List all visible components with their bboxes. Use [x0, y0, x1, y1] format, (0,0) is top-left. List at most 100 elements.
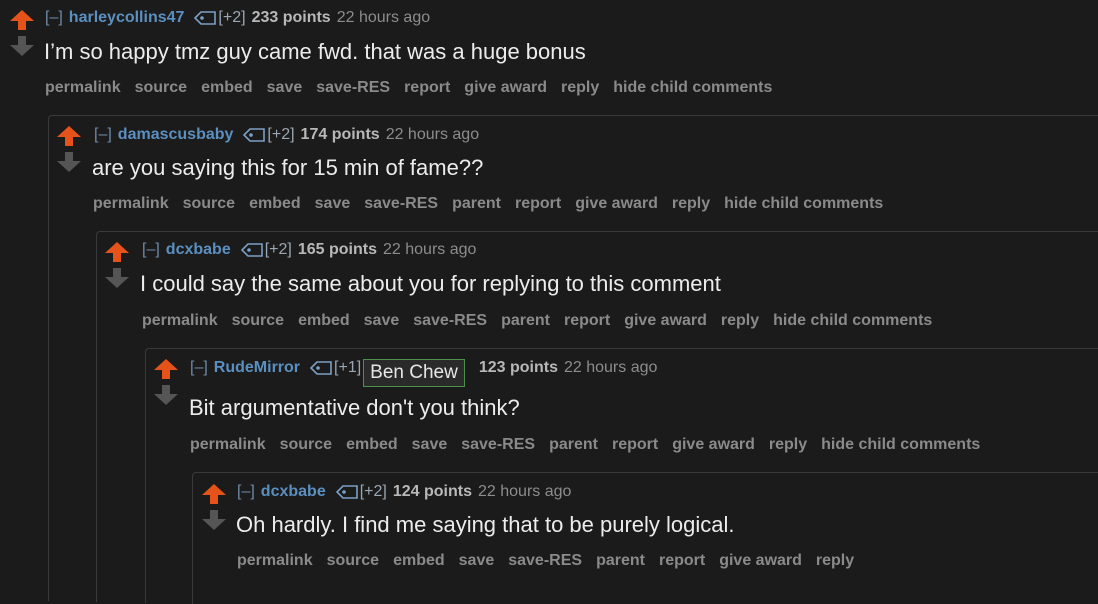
source-link[interactable]: source	[327, 552, 379, 569]
upvote-arrow-icon[interactable]	[105, 242, 129, 262]
report-link[interactable]: report	[404, 79, 450, 96]
score: 165 points	[297, 241, 377, 258]
report-link[interactable]: report	[564, 312, 610, 329]
permalink-link[interactable]: permalink	[45, 79, 121, 96]
downvote-arrow-icon[interactable]	[202, 510, 226, 530]
hide-child-comments-link[interactable]: hide child comments	[724, 195, 883, 212]
vote-weight: [+2]	[359, 483, 387, 500]
save-link[interactable]: save	[315, 195, 351, 212]
score: 123 points	[478, 359, 558, 376]
upvote-arrow-icon[interactable]	[154, 359, 178, 379]
comment: [–] harleycollins47 [+2] 233 points 22 hours…	[8, 8, 1098, 604]
parent-link[interactable]: parent	[596, 552, 645, 569]
vote-weight: [+2]	[267, 126, 295, 143]
permalink-link[interactable]: permalink	[237, 552, 313, 569]
comment-thread: [–] harleycollins47 [+2] 233 points 22 hours…	[0, 0, 1098, 604]
user-tag-icon[interactable]	[240, 243, 263, 257]
save-res-link[interactable]: save-RES	[316, 79, 390, 96]
comment-tagline: [–] dcxbabe [+2] 124 points 22 hours ago	[237, 482, 571, 502]
embed-link[interactable]: embed	[393, 552, 445, 569]
source-link[interactable]: source	[135, 79, 187, 96]
upvote-arrow-icon[interactable]	[202, 484, 226, 504]
save-res-link[interactable]: save-RES	[364, 195, 438, 212]
author-link[interactable]: dcxbabe	[261, 483, 326, 500]
vote-controls	[105, 242, 131, 288]
collapse-toggle[interactable]: [–]	[142, 241, 160, 258]
permalink-link[interactable]: permalink	[142, 312, 218, 329]
author-link[interactable]: RudeMirror	[214, 359, 300, 376]
downvote-arrow-icon[interactable]	[10, 36, 34, 56]
report-link[interactable]: report	[515, 195, 561, 212]
upvote-arrow-icon[interactable]	[57, 126, 81, 146]
hide-child-comments-link[interactable]: hide child comments	[613, 79, 772, 96]
save-res-link[interactable]: save-RES	[461, 436, 535, 453]
source-link[interactable]: source	[183, 195, 235, 212]
hide-child-comments-link[interactable]: hide child comments	[821, 436, 980, 453]
comment-actions: permalink source embed save save-RES parent re…	[190, 435, 994, 455]
user-tag-icon[interactable]	[335, 485, 358, 499]
reply-link[interactable]: reply	[816, 552, 854, 569]
reply-link[interactable]: reply	[721, 312, 759, 329]
save-link[interactable]: save	[364, 312, 400, 329]
save-res-link[interactable]: save-RES	[413, 312, 487, 329]
comment-body: are you saying this for 15 min of fame??	[92, 155, 484, 180]
parent-link[interactable]: parent	[501, 312, 550, 329]
comment-body: Oh hardly. I find me saying that to be p…	[236, 512, 735, 537]
upvote-arrow-icon[interactable]	[10, 10, 34, 30]
collapse-toggle[interactable]: [–]	[190, 359, 208, 376]
comment: [–] dcxbabe [+2] 124 points 22 hours ago Oh …	[192, 472, 1098, 604]
embed-link[interactable]: embed	[298, 312, 350, 329]
vote-controls	[154, 359, 180, 405]
give-award-link[interactable]: give award	[624, 312, 707, 329]
downvote-arrow-icon[interactable]	[154, 385, 178, 405]
give-award-link[interactable]: give award	[575, 195, 658, 212]
report-link[interactable]: report	[659, 552, 705, 569]
save-link[interactable]: save	[267, 79, 303, 96]
collapse-toggle[interactable]: [–]	[237, 483, 255, 500]
author-link[interactable]: damascusbaby	[118, 126, 234, 143]
author-link[interactable]: dcxbabe	[166, 241, 231, 258]
timestamp: 22 hours ago	[385, 126, 480, 143]
embed-link[interactable]: embed	[346, 436, 398, 453]
timestamp: 22 hours ago	[478, 483, 572, 500]
reply-link[interactable]: reply	[672, 195, 710, 212]
user-tag-icon[interactable]	[243, 128, 266, 142]
hide-child-comments-link[interactable]: hide child comments	[773, 312, 932, 329]
reply-link[interactable]: reply	[769, 436, 807, 453]
give-award-link[interactable]: give award	[672, 436, 755, 453]
embed-link[interactable]: embed	[201, 79, 253, 96]
collapse-toggle[interactable]: [–]	[94, 126, 112, 143]
permalink-link[interactable]: permalink	[190, 436, 266, 453]
comment-tagline: [–] dcxbabe [+2] 165 points 22 hours ago	[142, 240, 476, 260]
downvote-arrow-icon[interactable]	[57, 152, 81, 172]
downvote-arrow-icon[interactable]	[105, 268, 129, 288]
comment-body: Bit argumentative don't you think?	[189, 395, 520, 420]
collapse-toggle[interactable]: [–]	[45, 9, 63, 26]
parent-link[interactable]: parent	[549, 436, 598, 453]
comment: [–] dcxbabe [+2] 165 points 22 hours ago I c…	[96, 231, 1098, 604]
timestamp: 22 hours ago	[336, 9, 431, 26]
user-tag-icon[interactable]	[194, 11, 217, 25]
give-award-link[interactable]: give award	[719, 552, 802, 569]
author-link[interactable]: harleycollins47	[69, 9, 185, 26]
user-flair: Ben Chew	[363, 359, 465, 387]
vote-weight: [+1]	[334, 359, 362, 376]
source-link[interactable]: source	[232, 312, 284, 329]
score: 174 points	[300, 126, 380, 143]
user-tag-icon[interactable]	[310, 361, 332, 375]
save-link[interactable]: save	[412, 436, 448, 453]
reply-link[interactable]: reply	[561, 79, 599, 96]
comment-actions: permalink source embed save save-RES parent re…	[93, 194, 897, 214]
give-award-link[interactable]: give award	[464, 79, 547, 96]
source-link[interactable]: source	[280, 436, 332, 453]
comment-actions: permalink source embed save save-RES report gi…	[45, 78, 786, 98]
embed-link[interactable]: embed	[249, 195, 301, 212]
parent-link[interactable]: parent	[452, 195, 501, 212]
score: 233 points	[251, 9, 331, 26]
permalink-link[interactable]: permalink	[93, 195, 169, 212]
save-link[interactable]: save	[459, 552, 495, 569]
save-res-link[interactable]: save-RES	[508, 552, 582, 569]
vote-controls	[202, 484, 228, 530]
report-link[interactable]: report	[612, 436, 658, 453]
timestamp: 22 hours ago	[563, 359, 658, 376]
